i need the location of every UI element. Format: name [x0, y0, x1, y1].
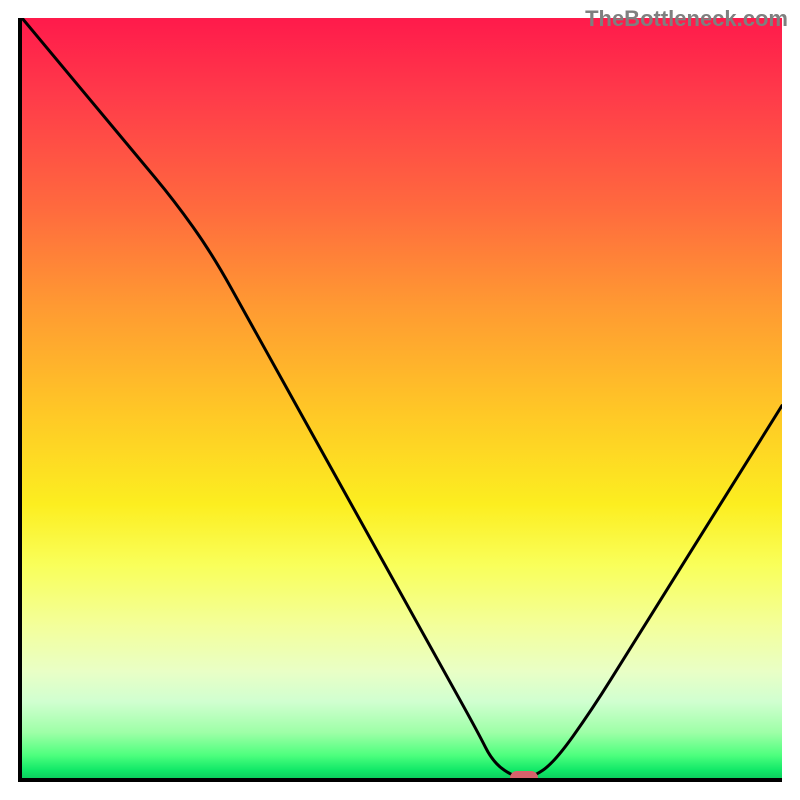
optimal-point-marker [510, 771, 538, 782]
watermark-text: TheBottleneck.com [585, 6, 788, 32]
bottleneck-chart: TheBottleneck.com [0, 0, 800, 800]
plot-area [18, 18, 782, 782]
curve-layer [22, 18, 782, 778]
bottleneck-curve [22, 18, 782, 778]
